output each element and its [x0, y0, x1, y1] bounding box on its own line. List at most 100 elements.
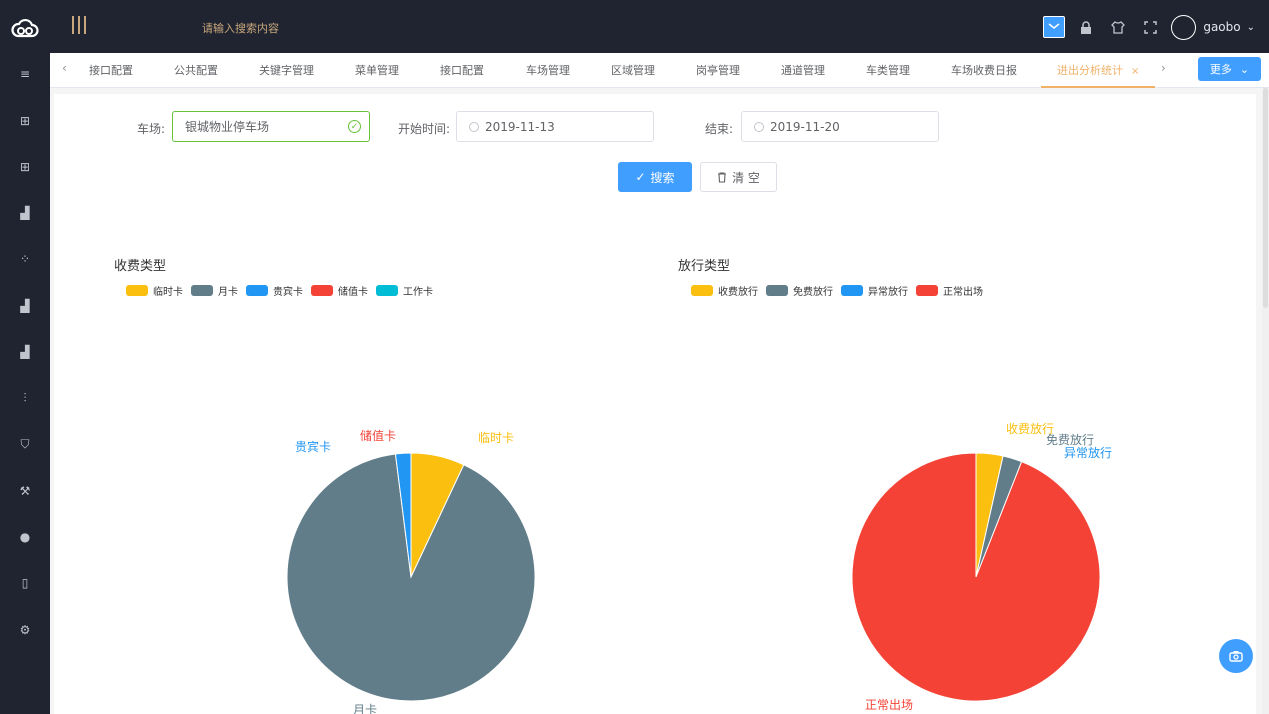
- end-date-value: 2019-11-20: [770, 119, 840, 134]
- chevron-down-icon: ⌄: [1239, 62, 1250, 76]
- end-time-label: 结束:: [705, 122, 734, 136]
- scrollbar-thumb[interactable]: [1263, 88, 1268, 308]
- legend-item[interactable]: 工作卡: [376, 283, 433, 298]
- legend-item[interactable]: 贵宾卡: [246, 283, 303, 298]
- clear-button[interactable]: 清 空: [700, 162, 777, 192]
- top-bar: 请输入搜索内容 gaobo ⌄: [50, 0, 1269, 53]
- clear-button-label: 清 空: [732, 170, 760, 185]
- legend-swatch: [841, 285, 863, 296]
- start-time-label: 开始时间:: [398, 122, 451, 136]
- legend-swatch: [246, 285, 268, 296]
- shield-icon[interactable]: ⛉: [15, 434, 35, 454]
- legend-item[interactable]: 月卡: [191, 283, 238, 298]
- tab-item[interactable]: 车类管理: [866, 53, 910, 88]
- tab-active[interactable]: 进出分析统计 ×: [1041, 53, 1156, 88]
- legend-swatch: [766, 285, 788, 296]
- content-panel: 车场: 银城物业停车场 ✓ 开始时间: 2019-11-13 结束: 2019-…: [54, 94, 1256, 714]
- clock-icon: [754, 121, 764, 132]
- legend-swatch: [191, 285, 213, 296]
- tab-item[interactable]: 车场收费日报: [951, 53, 1017, 88]
- legend-swatch: [691, 285, 713, 296]
- tab-item[interactable]: 接口配置: [440, 53, 484, 88]
- search-input[interactable]: 请输入搜索内容: [202, 20, 279, 36]
- tab-scroll-left-icon[interactable]: ‹: [62, 61, 67, 75]
- grid-icon[interactable]: ⊞: [15, 157, 35, 177]
- lot-value: 银城物业停车场: [185, 120, 270, 134]
- more-label: 更多: [1209, 63, 1232, 76]
- tab-item[interactable]: 通道管理: [781, 53, 825, 88]
- chart-title-release-type: 放行类型: [678, 259, 731, 274]
- legend-item[interactable]: 异常放行: [841, 283, 908, 298]
- legend-item[interactable]: 临时卡: [126, 283, 183, 298]
- bar-chart-icon[interactable]: ▟: [15, 203, 35, 223]
- phone-icon[interactable]: ▯: [15, 573, 35, 593]
- legend-label: 储值卡: [338, 287, 368, 298]
- legend-swatch: [311, 285, 333, 296]
- username[interactable]: gaobo: [1203, 20, 1240, 34]
- menu-toggle-icon[interactable]: [72, 16, 86, 34]
- top-tools: gaobo ⌄: [1043, 13, 1255, 41]
- tab-item[interactable]: 区域管理: [611, 53, 655, 88]
- tab-item[interactable]: 公共配置: [174, 53, 218, 88]
- grid-icon[interactable]: ⊞: [15, 111, 35, 131]
- wrench-icon[interactable]: ⚒: [15, 481, 35, 501]
- legend-label: 工作卡: [403, 287, 433, 298]
- legend-item[interactable]: 收费放行: [691, 283, 758, 298]
- chart-title-fee-type: 收费类型: [114, 259, 167, 274]
- legend-label: 正常出场: [943, 287, 983, 298]
- sliders-icon[interactable]: ⫶: [15, 388, 35, 408]
- camera-button[interactable]: [1219, 639, 1253, 673]
- wechat-icon[interactable]: ●: [15, 527, 35, 547]
- tab-item[interactable]: 关键字管理: [259, 53, 314, 88]
- trash-icon: [718, 171, 727, 183]
- start-date-value: 2019-11-13: [485, 119, 555, 134]
- tab-item[interactable]: 车场管理: [526, 53, 570, 88]
- legend-label: 临时卡: [153, 287, 183, 298]
- search-button-label: 搜索: [650, 170, 675, 185]
- apps-icon[interactable]: ⁘: [15, 249, 35, 269]
- chevron-down-icon[interactable]: ⌄: [1247, 22, 1255, 33]
- message-icon[interactable]: [1043, 16, 1066, 38]
- camera-icon: [1229, 651, 1243, 662]
- legend-swatch: [916, 285, 938, 296]
- legend-label: 贵宾卡: [273, 287, 303, 298]
- legend-item[interactable]: 储值卡: [311, 283, 368, 298]
- legend-label: 月卡: [218, 287, 238, 298]
- theme-shirt-icon[interactable]: [1107, 16, 1129, 38]
- check-icon: ✓: [635, 170, 646, 184]
- close-icon[interactable]: ×: [1131, 66, 1139, 77]
- lock-icon[interactable]: [1075, 16, 1097, 38]
- scrollbar[interactable]: [1262, 88, 1269, 714]
- check-circle-icon: ✓: [348, 120, 361, 133]
- cloud-logo-icon[interactable]: [10, 14, 40, 44]
- tab-bar: ‹ 接口配置 公共配置 关键字管理 菜单管理 接口配置 车场管理 区域管理 岗亭管理 通道管理 车…: [50, 53, 1269, 88]
- legend-item[interactable]: 免费放行: [766, 283, 833, 298]
- avatar[interactable]: [1171, 14, 1197, 40]
- end-date-input[interactable]: 2019-11-20: [741, 111, 939, 142]
- legend-fee-type: 临时卡 月卡 贵宾卡 储值卡 工作卡: [126, 283, 441, 298]
- legend-label: 免费放行: [793, 287, 833, 298]
- legend-item[interactable]: 正常出场: [916, 283, 983, 298]
- bar-chart-icon[interactable]: ▟: [15, 342, 35, 362]
- fullscreen-icon[interactable]: [1139, 16, 1161, 38]
- gear-icon[interactable]: ⚙: [15, 620, 35, 640]
- bar-chart-icon[interactable]: ▟: [15, 296, 35, 316]
- main-area: 车场: 银城物业停车场 ✓ 开始时间: 2019-11-13 结束: 2019-…: [50, 88, 1269, 714]
- more-button[interactable]: 更多 ⌄: [1198, 57, 1261, 81]
- start-date-input[interactable]: 2019-11-13: [456, 111, 654, 142]
- lot-select[interactable]: 银城物业停车场 ✓: [172, 111, 370, 142]
- list-icon[interactable]: ≡: [15, 64, 35, 84]
- legend-release-type: 收费放行 免费放行 异常放行 正常出场: [691, 283, 991, 298]
- legend-label: 异常放行: [868, 287, 908, 298]
- lot-label: 车场:: [137, 122, 166, 136]
- clock-icon: [469, 121, 479, 132]
- sidebar: ≡ ⊞ ⊞ ▟ ⁘ ▟ ▟ ⫶ ⛉ ⚒ ● ▯ ⚙: [0, 0, 50, 714]
- legend-swatch: [376, 285, 398, 296]
- tab-scroll-right-icon[interactable]: ›: [1161, 61, 1166, 75]
- legend-swatch: [126, 285, 148, 296]
- tab-item[interactable]: 菜单管理: [355, 53, 399, 88]
- tab-item[interactable]: 接口配置: [89, 53, 133, 88]
- tab-item[interactable]: 岗亭管理: [696, 53, 740, 88]
- search-button[interactable]: ✓ 搜索: [618, 162, 692, 192]
- legend-label: 收费放行: [718, 287, 758, 298]
